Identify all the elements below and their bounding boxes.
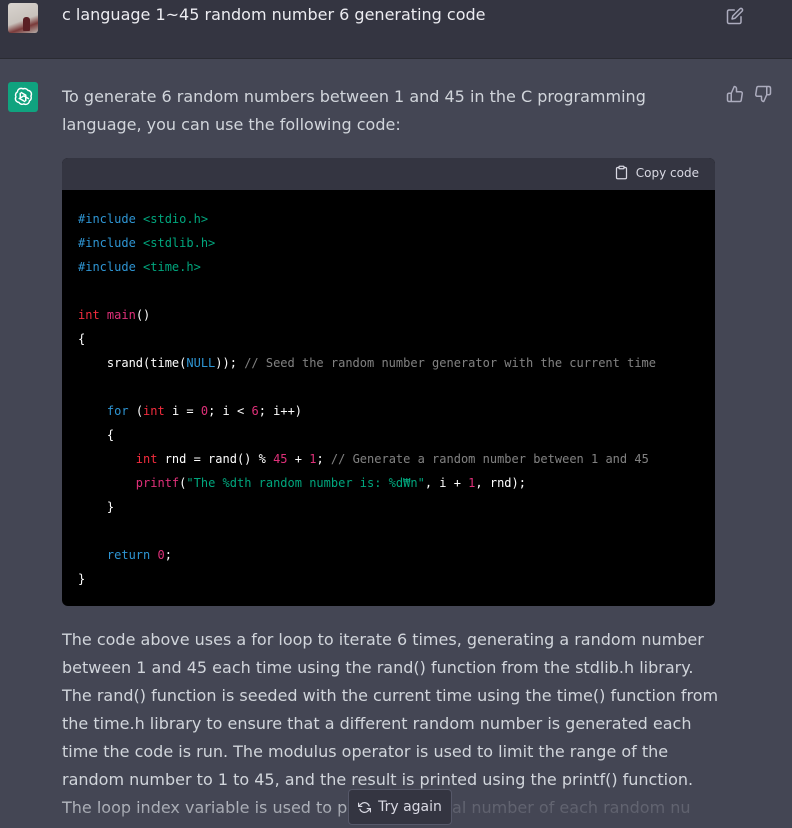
code-token: 0 <box>157 548 165 562</box>
code-line: int rnd = rand() % 45 + 1; // Generate a… <box>78 447 699 471</box>
code-token: ; <box>316 452 331 466</box>
code-token: main <box>106 308 136 322</box>
code-token: int <box>78 308 100 322</box>
code-line: for (int i = 0; i < 6; i++) <box>78 399 699 423</box>
edit-icon[interactable] <box>726 7 744 25</box>
code-token: 0 <box>200 404 209 418</box>
copy-code-label: Copy code <box>635 165 699 180</box>
code-token: ; i++) <box>258 404 303 418</box>
code-line: { <box>78 327 699 351</box>
code-token: , i + <box>424 476 469 490</box>
code-token: srand(time( <box>78 356 187 370</box>
code-token: } <box>78 572 86 586</box>
code-line: } <box>78 495 699 519</box>
try-again-label: Try again <box>378 799 442 815</box>
code-token: #include <box>78 212 144 226</box>
code-line: } <box>78 567 699 591</box>
code-token: , rnd); <box>475 476 526 490</box>
thumbs-up-icon[interactable] <box>726 85 744 103</box>
code-block: Copy code #include <stdio.h> #include <st… <box>62 158 715 606</box>
code-token: // Seed the random number generator with… <box>244 356 656 370</box>
code-token: printf <box>135 476 180 490</box>
code-line: #include <stdlib.h> <box>78 231 699 255</box>
code-token: )); <box>215 356 245 370</box>
copy-code-button[interactable]: Copy code <box>614 165 699 180</box>
code-line: #include <time.h> <box>78 255 699 279</box>
code-token: #include <box>78 260 144 274</box>
code-token: <stdlib.h> <box>143 236 216 250</box>
code-token: } <box>78 500 115 514</box>
code-line: #include <stdio.h> <box>78 207 699 231</box>
code-line: printf("The %dth random number is: %d₩n"… <box>78 471 699 495</box>
code-token: int <box>135 452 158 466</box>
user-message-text: c language 1~45 random number 6 generati… <box>62 5 486 24</box>
code-token: int <box>143 404 165 418</box>
code-token: for <box>106 404 129 418</box>
user-message-row: c language 1~45 random number 6 generati… <box>0 0 792 59</box>
code-token: rnd = rand() % <box>157 452 274 466</box>
code-token: NULL <box>186 356 216 370</box>
code-token: return <box>106 548 151 562</box>
code-token: 6 <box>251 404 259 418</box>
refresh-icon <box>358 801 372 813</box>
openai-logo-icon <box>14 87 33 106</box>
user-avatar <box>8 3 38 33</box>
code-token: ; i < <box>208 404 252 418</box>
code-token: 45 <box>273 452 288 466</box>
code-token: () <box>135 308 151 322</box>
thumbs-down-icon[interactable] <box>754 85 772 103</box>
code-token: { <box>78 332 86 346</box>
code-token: + <box>287 452 310 466</box>
code-token: <stdio.h> <box>143 212 209 226</box>
code-line: srand(time(NULL)); // Seed the random nu… <box>78 351 699 375</box>
code-token: // Generate a random number between 1 an… <box>330 452 649 466</box>
code-token: ; <box>164 548 172 562</box>
code-token: ( <box>128 404 144 418</box>
code-line: return 0; <box>78 543 699 567</box>
assistant-intro-text: To generate 6 random numbers between 1 a… <box>62 87 646 134</box>
code-token: { <box>78 428 115 442</box>
try-again-button[interactable]: Try again <box>348 789 452 825</box>
assistant-message-row: To generate 6 random numbers between 1 a… <box>0 59 792 828</box>
code-line: { <box>78 423 699 447</box>
code-block-header: Copy code <box>62 158 715 190</box>
assistant-avatar <box>8 82 38 112</box>
code-token: i = <box>164 404 201 418</box>
code-token: #include <box>78 236 144 250</box>
code-token: <time.h> <box>143 260 201 274</box>
clipboard-icon <box>615 165 627 180</box>
code-line: int main() <box>78 303 699 327</box>
code-content: #include <stdio.h> #include <stdlib.h> #in… <box>62 190 715 591</box>
code-token: "The %dth random number is: %d₩n" <box>186 476 425 490</box>
